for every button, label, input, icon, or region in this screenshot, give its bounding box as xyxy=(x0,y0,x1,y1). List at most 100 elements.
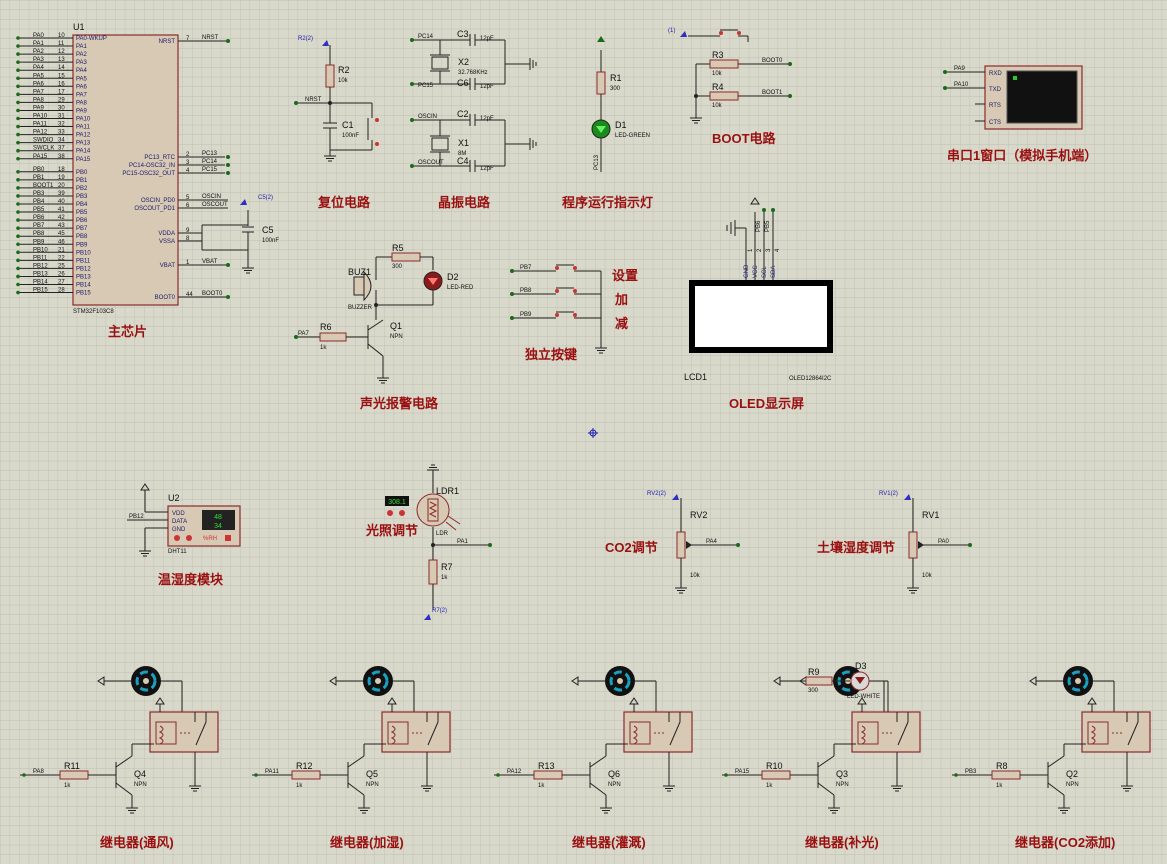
svg-text:C2: C2 xyxy=(457,109,469,119)
svg-text:RXD: RXD xyxy=(989,71,1002,77)
svg-text:PA0: PA0 xyxy=(938,539,950,545)
relay-transistor-ref: Q3 xyxy=(836,769,848,779)
mcu-pin-net: PA2 xyxy=(33,49,45,55)
svg-text:TXD: TXD xyxy=(989,87,1002,93)
schematic-canvas[interactable]: U1 STM32F103C8 PA0-WKUP 10 PA0 PA1 11 PA1 PA2 1… xyxy=(0,0,1167,864)
relay-resistor-val: 1k xyxy=(766,783,773,789)
mcu-pin-net: PB6 xyxy=(33,215,45,221)
mcu-pin-name: PA6 xyxy=(76,84,88,90)
relay-net: PA15 xyxy=(735,769,750,775)
label-relay-humid: 继电器(加湿) xyxy=(330,835,404,850)
svg-text:LED-RED: LED-RED xyxy=(447,285,474,291)
mcu-pin-name: PA10 xyxy=(76,117,91,123)
svg-text:10k: 10k xyxy=(338,78,349,84)
relay-transistor-type: NPN xyxy=(134,782,147,788)
mcu-pin-name: PA4 xyxy=(76,68,88,74)
svg-text:C3: C3 xyxy=(457,29,469,39)
net-oscin: OSCIN xyxy=(202,194,221,200)
mcu-pin-oscin: OSCIN_PD0 xyxy=(141,198,176,204)
svg-text:D1: D1 xyxy=(615,120,627,130)
mcu-pin-num: 16 xyxy=(58,81,65,87)
mcu-pin-name: PB13 xyxy=(76,274,91,280)
oled-pin-label: SCL xyxy=(762,266,768,278)
svg-text:NRST: NRST xyxy=(305,97,322,103)
svg-text:C5: C5 xyxy=(262,225,274,235)
svg-text:D3: D3 xyxy=(855,661,867,671)
svg-text:12pF: 12pF xyxy=(480,166,494,172)
svg-text:X1: X1 xyxy=(458,138,469,148)
mcu-pin-name: PB5 xyxy=(76,210,88,216)
mcu-pin-boot0: BOOT0 xyxy=(155,295,176,301)
mcu-pin-name: PA3 xyxy=(76,60,88,66)
mcu-pin-name: PB4 xyxy=(76,202,88,208)
r2-ref: R2 xyxy=(338,65,350,75)
mcu-pin-num: 19 xyxy=(58,175,65,181)
mcu-u1[interactable]: U1 STM32F103C8 PA0-WKUP 10 PA0 PA1 11 PA1 PA2 1… xyxy=(16,22,200,315)
svg-text:VDD: VDD xyxy=(172,511,185,517)
mcu-pin-num: 13 xyxy=(58,57,65,63)
relay-net: PB3 xyxy=(965,769,977,775)
relay-net: PA12 xyxy=(507,769,522,775)
mcu-pin-net: PB13 xyxy=(33,271,48,277)
svg-text:PB12: PB12 xyxy=(129,514,144,520)
svg-text:300: 300 xyxy=(610,86,621,92)
mcu-pin-net: PA8 xyxy=(33,97,45,103)
svg-text:LCD1: LCD1 xyxy=(684,372,707,382)
mcu-pin-num: 32 xyxy=(58,122,65,128)
mcu-pin-num: 22 xyxy=(58,255,65,261)
svg-text:PB6: PB6 xyxy=(756,220,762,232)
mcu-pin-net: PA10 xyxy=(33,114,48,120)
mcu-pin-name: PB2 xyxy=(76,186,88,192)
mcu-pin-name: PB11 xyxy=(76,258,91,264)
relay-resistor-ref: R13 xyxy=(538,761,555,771)
svg-text:100nF: 100nF xyxy=(342,133,359,139)
key-label-set: 设置 xyxy=(612,268,638,283)
svg-text:OSCIN: OSCIN xyxy=(418,114,437,120)
svg-text:300: 300 xyxy=(808,688,819,694)
mcu-pin-net: SWDIO xyxy=(33,138,54,144)
mcu-pin-num: 39 xyxy=(58,191,65,197)
net-boot0: BOOT0 xyxy=(202,291,223,297)
svg-text:U2: U2 xyxy=(168,493,180,503)
mcu-pin-num: 29 xyxy=(58,97,65,103)
label-crystal: 晶振电路 xyxy=(438,195,491,210)
relay-transistor-type: NPN xyxy=(608,782,621,788)
mcu-pin-name: PA8 xyxy=(76,100,88,106)
svg-text:LED-GREEN: LED-GREEN xyxy=(615,133,650,139)
mcu-pin-name: PA12 xyxy=(76,133,91,139)
mcu-pin-num: 37 xyxy=(58,146,65,152)
svg-text:PA7: PA7 xyxy=(298,331,310,337)
mcu-pin-num: 45 xyxy=(58,231,65,237)
mcu-pin-num: 27 xyxy=(58,280,65,286)
svg-text:LED-WHITE: LED-WHITE xyxy=(847,694,880,700)
relay-transistor-ref: Q6 xyxy=(608,769,620,779)
mcu-part: STM32F103C8 xyxy=(73,309,114,315)
mcu-pin-num: 18 xyxy=(58,167,65,173)
svg-text:NPN: NPN xyxy=(390,334,403,340)
svg-text:1k: 1k xyxy=(320,345,327,351)
mcu-pin-num: 40 xyxy=(58,199,65,205)
label-relay-light: 继电器(补光) xyxy=(805,835,879,850)
key-net-pb8: PB8 xyxy=(520,288,532,294)
svg-text:OSCOUT: OSCOUT xyxy=(418,160,444,166)
mcu-pin-net: PB1 xyxy=(33,175,45,181)
relay-resistor-val: 1k xyxy=(538,783,545,789)
mcu-pin-num: 21 xyxy=(58,247,65,253)
svg-text:100nF: 100nF xyxy=(262,238,279,244)
svg-text:PA9: PA9 xyxy=(954,66,966,72)
svg-text:LDR1: LDR1 xyxy=(436,486,459,496)
mcu-pin-name: PA2 xyxy=(76,52,88,58)
mcu-pin-net: PB8 xyxy=(33,231,45,237)
svg-text:RTS: RTS xyxy=(989,103,1001,109)
mcu-pin-net: PA1 xyxy=(33,41,45,47)
svg-text:R7: R7 xyxy=(441,562,453,572)
svg-text:RV1(2): RV1(2) xyxy=(879,491,898,497)
mcu-pin-num: 10 xyxy=(58,33,65,39)
mcu-pin-name: PB12 xyxy=(76,266,91,272)
svg-text:LDR: LDR xyxy=(436,531,449,537)
relay-resistor-val: 1k xyxy=(64,783,71,789)
mcu-ref: U1 xyxy=(73,22,85,32)
mcu-pin-oscout: OSCOUT_PD1 xyxy=(134,206,175,212)
mcu-pin-num: 33 xyxy=(58,130,65,136)
mcu-pin-num: 17 xyxy=(58,89,65,95)
